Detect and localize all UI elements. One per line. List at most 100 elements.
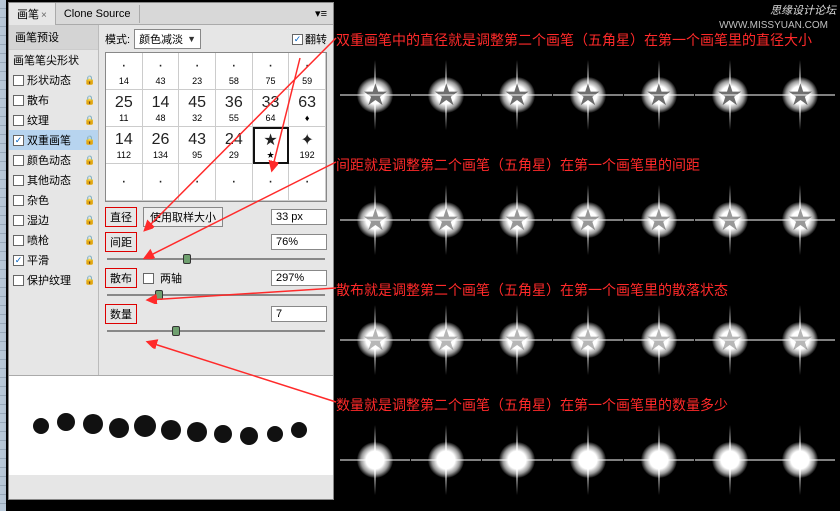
scatter-slider[interactable]: [107, 291, 325, 299]
spacing-slider[interactable]: [107, 255, 325, 263]
sidebar-label: 其他动态: [27, 172, 71, 188]
brush-cell[interactable]: ·: [106, 164, 143, 201]
checkbox[interactable]: [13, 215, 24, 226]
sidebar-label: 纹理: [27, 112, 49, 128]
checkbox[interactable]: [13, 75, 24, 86]
brush-cell[interactable]: ·: [289, 164, 326, 201]
sidebar-item[interactable]: 杂色🔒: [9, 190, 98, 210]
lock-icon: 🔒: [84, 135, 94, 145]
brush-thumb: ·: [185, 172, 209, 192]
brush-cell[interactable]: 4395: [179, 127, 216, 164]
mode-label: 模式:: [105, 31, 130, 47]
brush-cell[interactable]: ·: [179, 164, 216, 201]
brush-cell[interactable]: ✦192: [289, 127, 326, 164]
brush-tip-grid[interactable]: ·14·43·23·58·75·592511144845323655336463…: [105, 52, 327, 202]
lock-icon: 🔒: [84, 75, 94, 85]
flip-checkbox[interactable]: ✓: [292, 34, 303, 45]
count-slider[interactable]: [107, 327, 325, 335]
scatter-input[interactable]: 297%: [271, 270, 327, 286]
sparkle: ★: [487, 65, 547, 125]
sidebar-item[interactable]: 形状动态🔒: [9, 70, 98, 90]
sparkle: ★: [487, 310, 547, 370]
brush-thumb: 26: [148, 130, 172, 150]
brush-cell[interactable]: 1448: [143, 90, 180, 127]
sidebar-item[interactable]: 喷枪🔒: [9, 230, 98, 250]
sidebar-label: 杂色: [27, 192, 49, 208]
sidebar-label: 双重画笔: [27, 132, 71, 148]
brush-thumb: ·: [148, 56, 172, 76]
sidebar-item[interactable]: 纹理🔒: [9, 110, 98, 130]
checkbox[interactable]: ✓: [13, 135, 24, 146]
sidebar-item[interactable]: ✓双重画笔 🔒: [9, 130, 98, 150]
lock-icon: 🔒: [84, 235, 94, 245]
brush-cell[interactable]: ·: [143, 164, 180, 201]
brush-cell[interactable]: 2429: [216, 127, 253, 164]
diameter-label: 直径: [105, 207, 137, 227]
brush-cell[interactable]: 4532: [179, 90, 216, 127]
brush-cell[interactable]: 63♦: [289, 90, 326, 127]
sparkle: [487, 430, 547, 490]
both-axes-checkbox[interactable]: [143, 273, 154, 284]
brush-cell[interactable]: ·75: [253, 53, 290, 90]
brush-cell[interactable]: ·14: [106, 53, 143, 90]
checkbox[interactable]: ✓: [13, 255, 24, 266]
brush-cell[interactable]: ·: [253, 164, 290, 201]
panel-menu-icon[interactable]: ▾≡: [309, 7, 333, 20]
brush-thumb: ·: [258, 172, 282, 192]
brush-size: 14: [119, 76, 129, 86]
checkbox[interactable]: [13, 175, 24, 186]
scatter-label: 散布: [105, 268, 137, 288]
brush-cell[interactable]: ·59: [289, 53, 326, 90]
brush-cell[interactable]: 14112: [106, 127, 143, 164]
sidebar-item[interactable]: ✓平滑🔒: [9, 250, 98, 270]
slider-thumb[interactable]: [155, 290, 163, 300]
brush-presets-header[interactable]: 画笔预设: [9, 25, 98, 50]
checkbox[interactable]: [13, 195, 24, 206]
sidebar-label: 保护纹理: [27, 272, 71, 288]
sidebar-item[interactable]: 颜色动态🔒: [9, 150, 98, 170]
checkbox[interactable]: [13, 235, 24, 246]
brush-cell[interactable]: ·23: [179, 53, 216, 90]
sparkle: ★: [416, 190, 476, 250]
checkbox[interactable]: [13, 275, 24, 286]
sidebar-item[interactable]: 其他动态🔒: [9, 170, 98, 190]
sidebar-item[interactable]: 画笔笔尖形状: [9, 50, 98, 70]
brush-cell[interactable]: ·58: [216, 53, 253, 90]
brush-panel: 画笔× Clone Source ▾≡ 画笔预设 画笔笔尖形状形状动态🔒散布🔒纹…: [8, 2, 334, 500]
spacing-input[interactable]: 76%: [271, 234, 327, 250]
brush-cell[interactable]: 26134: [143, 127, 180, 164]
tab-brush[interactable]: 画笔×: [9, 3, 56, 25]
brush-cell[interactable]: ★★: [253, 127, 290, 164]
sparkle: ★: [770, 190, 830, 250]
sidebar-item[interactable]: 散布🔒: [9, 90, 98, 110]
count-input[interactable]: 7: [271, 306, 327, 322]
sidebar-label: 平滑: [27, 252, 49, 268]
checkbox[interactable]: [13, 155, 24, 166]
brush-cell[interactable]: ·: [216, 164, 253, 201]
slider-thumb[interactable]: [183, 254, 191, 264]
brush-cell[interactable]: 3655: [216, 90, 253, 127]
sparkle: ★: [700, 65, 760, 125]
brush-thumb: ·: [148, 172, 172, 192]
lock-icon: 🔒: [84, 95, 94, 105]
checkbox[interactable]: [13, 95, 24, 106]
count-label: 数量: [105, 304, 137, 324]
mode-dropdown[interactable]: 颜色减淡▼: [134, 29, 201, 49]
sparkle: [770, 430, 830, 490]
close-icon[interactable]: ×: [41, 10, 47, 21]
sparkle-row: [340, 420, 836, 500]
sidebar-item[interactable]: 湿边🔒: [9, 210, 98, 230]
sidebar-item[interactable]: 保护纹理🔒: [9, 270, 98, 290]
brush-cell[interactable]: 3364: [253, 90, 290, 127]
brush-cell[interactable]: 2511: [106, 90, 143, 127]
brush-options-sidebar: 画笔预设 画笔笔尖形状形状动态🔒散布🔒纹理🔒✓双重画笔🔒颜色动态🔒其他动态🔒杂色…: [9, 25, 99, 375]
brush-size: ★: [266, 150, 274, 161]
use-sample-size-button[interactable]: 使用取样大小: [143, 207, 223, 227]
diameter-input[interactable]: 33 px: [271, 209, 327, 225]
slider-thumb[interactable]: [172, 326, 180, 336]
tab-clone-source[interactable]: Clone Source: [56, 5, 140, 23]
brush-cell[interactable]: ·43: [143, 53, 180, 90]
brush-thumb: 33: [258, 93, 282, 113]
sidebar-label: 湿边: [27, 212, 49, 228]
checkbox[interactable]: [13, 115, 24, 126]
